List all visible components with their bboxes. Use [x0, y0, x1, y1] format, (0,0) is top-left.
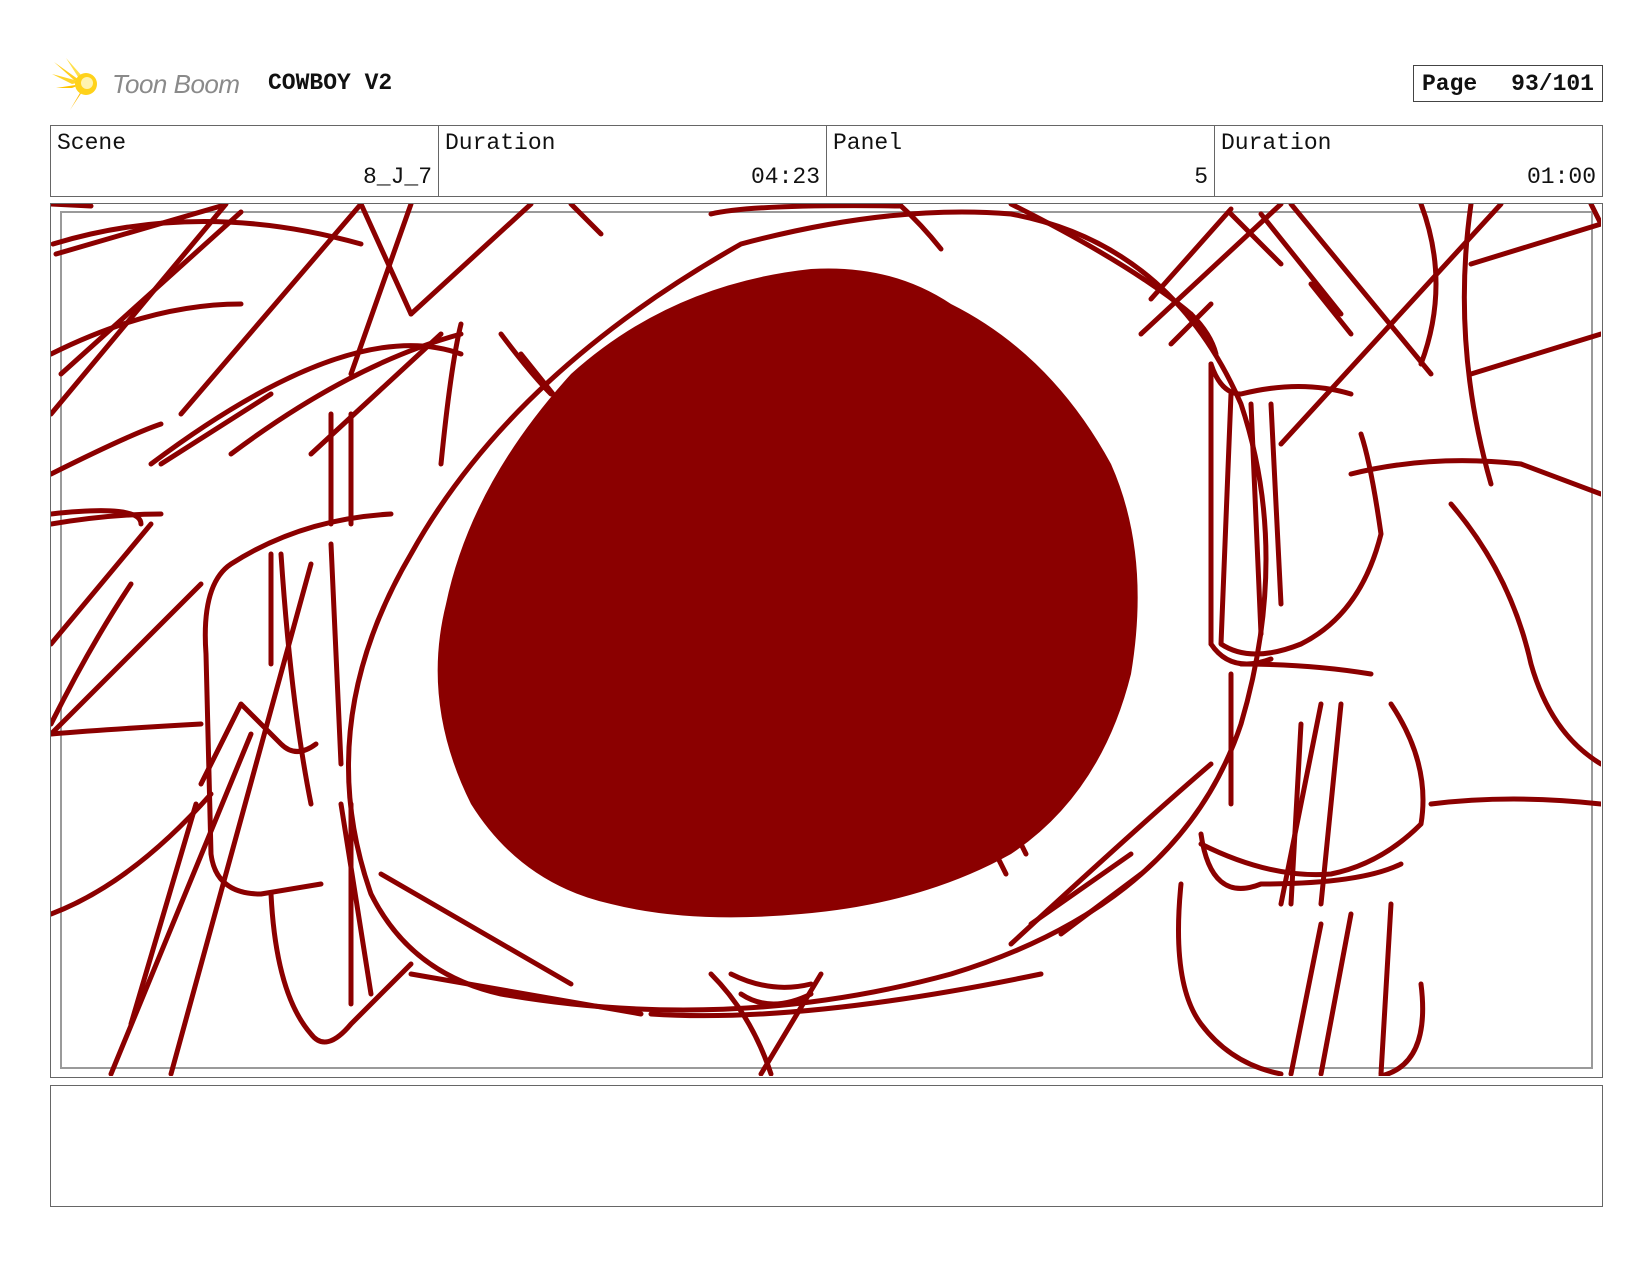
- panel-duration-value: 01:00: [1526, 164, 1596, 190]
- scene-duration-cell: Duration 04:23: [439, 126, 827, 196]
- panel-duration-label: Duration: [1221, 130, 1332, 156]
- storyboard-panel: [50, 203, 1603, 1078]
- panel-sketch: [51, 204, 1601, 1076]
- panel-value: 5: [1194, 164, 1208, 190]
- toon-boom-logo: Toon Boom: [52, 56, 252, 112]
- scene-label: Scene: [57, 130, 127, 156]
- panel-notes[interactable]: [50, 1085, 1603, 1207]
- large-filled-circle: [437, 268, 1138, 918]
- scene-value: 8_J_7: [362, 164, 432, 190]
- scene-duration-value: 04:23: [750, 164, 820, 190]
- page-number: 93/101: [1511, 70, 1594, 97]
- page-indicator: Page 93/101: [1413, 65, 1603, 102]
- panel-label: Panel: [833, 130, 903, 156]
- logo-text: Toon Boom: [112, 68, 240, 99]
- sunburst-logo-icon: [52, 58, 97, 110]
- panel-duration-cell: Duration 01:00: [1215, 126, 1602, 196]
- scene-duration-label: Duration: [445, 130, 556, 156]
- panel-cell: Panel 5: [827, 126, 1215, 196]
- scene-cell: Scene 8_J_7: [51, 126, 439, 196]
- project-title: COWBOY V2: [268, 70, 393, 96]
- panel-info-row: Scene 8_J_7 Duration 04:23 Panel 5 Durat…: [50, 125, 1603, 197]
- page-label: Page: [1422, 70, 1478, 97]
